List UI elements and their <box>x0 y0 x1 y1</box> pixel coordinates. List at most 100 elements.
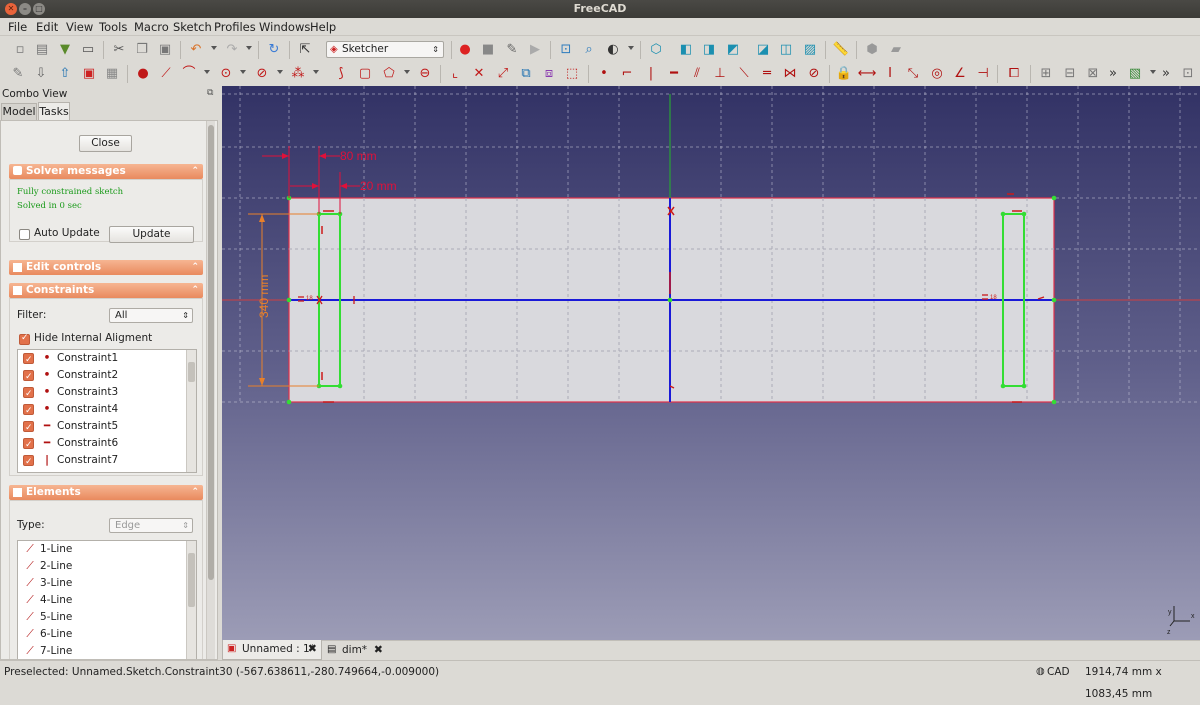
select-elements-icon[interactable]: ⊠ <box>1085 66 1101 82</box>
bspline-tools-icon[interactable]: ▧ <box>1127 66 1143 82</box>
create-slot-icon[interactable]: ⊖ <box>417 66 433 82</box>
element-list-item[interactable]: ⟋ 7-Line <box>18 643 186 659</box>
sketch-canvas[interactable]: 80 mm 20 mm 340 mm 18 18 yxz <box>222 86 1200 640</box>
tab-unnamed[interactable]: ▣ Unnamed : 1* ✖ <box>222 640 322 660</box>
update-button[interactable]: Update <box>109 226 194 243</box>
map-sketch-icon[interactable]: ▣ <box>81 66 97 82</box>
trim-icon[interactable]: ✕ <box>471 66 487 82</box>
fit-selection-icon[interactable]: ⌕ <box>581 42 597 58</box>
create-point-icon[interactable]: ● <box>135 66 151 82</box>
element-list-item[interactable]: ⟋ 5-Line <box>18 609 186 626</box>
create-bspline-icon[interactable]: ⁂ <box>290 66 306 82</box>
menu-help[interactable]: Help <box>310 20 336 34</box>
menu-file[interactable]: File <box>8 20 27 34</box>
edit-controls-header[interactable]: Edit controls ⌃ <box>9 260 203 275</box>
menu-view[interactable]: View <box>66 20 93 34</box>
float-panel-icon[interactable]: ⧉ <box>207 88 213 98</box>
create-arc-icon[interactable]: ⌒ <box>181 66 197 82</box>
isometric-view-icon[interactable]: ⬡ <box>648 42 664 58</box>
constraint-checkbox[interactable] <box>23 420 34 437</box>
front-view-icon[interactable]: ◧ <box>678 42 694 58</box>
construction-mode-icon[interactable]: ⬚ <box>564 66 580 82</box>
external-geometry-icon[interactable]: ⧉ <box>518 66 534 82</box>
element-list-item[interactable]: ⟋ 4-Line <box>18 592 186 609</box>
filter-select[interactable]: All ⇕ <box>109 308 193 323</box>
measure-distance-icon[interactable]: 📏 <box>833 42 849 58</box>
execute-macro-icon[interactable]: ▶ <box>527 42 543 58</box>
maximize-window-button[interactable]: □ <box>33 3 45 15</box>
refresh-icon[interactable]: ↻ <box>266 42 282 58</box>
view-sketch-icon[interactable]: ⇧ <box>57 66 73 82</box>
close-window-button[interactable]: ✕ <box>5 3 17 15</box>
reorient-sketch-icon[interactable]: ▦ <box>104 66 120 82</box>
menu-tools[interactable]: Tools <box>99 20 127 34</box>
cut-icon[interactable]: ✂ <box>111 42 127 58</box>
navigation-style-icon[interactable]: ◍ <box>1036 661 1045 683</box>
macros-icon[interactable]: ✎ <box>504 42 520 58</box>
tab-dim[interactable]: ▤ dim* ✖ <box>323 641 387 660</box>
draw-style-icon[interactable]: ◐ <box>605 42 621 58</box>
element-list-item[interactable]: ⟋ 1-Line <box>18 541 186 558</box>
constrain-point-on-object-icon[interactable]: ⌐ <box>619 66 635 82</box>
stop-macro-icon[interactable]: ■ <box>480 42 496 58</box>
hide-internal-checkbox[interactable] <box>19 333 30 345</box>
element-list-item[interactable]: ⟋ 3-Line <box>18 575 186 592</box>
constraints-list[interactable]: • Constraint1 • Constraint2 • Constraint3 • Con… <box>17 349 197 473</box>
new-sketch-icon[interactable]: ✎ <box>10 66 26 82</box>
constraint-checkbox[interactable] <box>23 454 34 471</box>
element-list-item[interactable]: ⟋ 2-Line <box>18 558 186 575</box>
constrain-vertical-distance-icon[interactable]: I <box>882 66 898 82</box>
constraint-list-item[interactable]: • Constraint2 <box>18 367 186 386</box>
more-tools-2-icon[interactable]: » <box>1158 66 1174 82</box>
extend-icon[interactable]: ⤢ <box>495 66 511 82</box>
undo-icon[interactable]: ↶ <box>188 42 204 58</box>
fit-all-icon[interactable]: ⊡ <box>558 42 574 58</box>
constrain-parallel-icon[interactable]: ⫽ <box>689 66 705 82</box>
constrain-equal-icon[interactable]: ═ <box>759 66 775 82</box>
menu-profiles[interactable]: Profiles <box>214 20 256 34</box>
create-rectangle-icon[interactable]: ▢ <box>357 66 373 82</box>
carbon-copy-icon[interactable]: ⧈ <box>541 66 557 82</box>
tab-model[interactable]: Model <box>1 103 37 120</box>
redo-icon[interactable]: ↷ <box>224 42 240 58</box>
create-conic-icon[interactable]: ⊘ <box>254 66 270 82</box>
constraint-list-item[interactable]: • Constraint3 <box>18 384 186 403</box>
close-button[interactable]: Close <box>79 135 132 152</box>
constraint-list-item[interactable]: • Constraint1 <box>18 350 186 369</box>
create-line-icon[interactable]: ⟋ <box>158 66 174 82</box>
left-view-icon[interactable]: ▨ <box>802 42 818 58</box>
constraint-checkbox[interactable] <box>23 403 34 420</box>
constraint-checkbox[interactable] <box>23 369 34 386</box>
constrain-perpendicular-icon[interactable]: ⊥ <box>712 66 728 82</box>
elements-list[interactable]: ⟋ 1-Line ⟋ 2-Line ⟋ 3-Line ⟋ 4-Line ⟋ 5-Line ⟋ 6-Li… <box>17 540 197 659</box>
panel-scrollbar[interactable] <box>206 121 215 659</box>
copy-icon[interactable]: ❐ <box>134 42 150 58</box>
virtual-space-icon[interactable]: ⊡ <box>1180 66 1196 82</box>
menu-edit[interactable]: Edit <box>36 20 58 34</box>
new-document-icon[interactable]: ▫ <box>12 42 28 58</box>
constrain-block-icon[interactable]: ⊘ <box>806 66 822 82</box>
create-polyline-icon[interactable]: ⟆ <box>333 66 349 82</box>
fillet-icon[interactable]: ⌞ <box>447 66 463 82</box>
tab-tasks[interactable]: Tasks <box>38 102 70 121</box>
bottom-view-icon[interactable]: ◫ <box>778 42 794 58</box>
rear-view-icon[interactable]: ◪ <box>755 42 771 58</box>
minimize-window-button[interactable]: – <box>19 3 31 15</box>
top-view-icon[interactable]: ◨ <box>701 42 717 58</box>
menu-sketch[interactable]: Sketch <box>173 20 212 34</box>
print-icon[interactable]: ▭ <box>80 42 96 58</box>
toggle-driving-icon[interactable]: ⧠ <box>1006 66 1022 82</box>
part-icon[interactable]: ⬢ <box>864 42 880 58</box>
constrain-horizontal-distance-icon[interactable]: ⟷ <box>858 66 877 82</box>
elements-scrollbar[interactable] <box>186 541 196 659</box>
constrain-vertical-icon[interactable]: | <box>643 66 659 82</box>
leave-sketch-icon[interactable]: ⇩ <box>33 66 49 82</box>
auto-update-checkbox[interactable] <box>19 229 30 240</box>
type-select[interactable]: Edge ⇕ <box>109 518 193 533</box>
elements-header[interactable]: Elements ⌃ <box>9 485 203 500</box>
constraint-list-item[interactable]: ━ Constraint5 <box>18 418 186 437</box>
dimension-80-label[interactable]: 80 mm <box>340 149 377 163</box>
constraint-list-item[interactable]: | Constraint7 <box>18 452 186 471</box>
constrain-horizontal-icon[interactable]: ━ <box>666 66 682 82</box>
constrain-radius-icon[interactable]: ◎ <box>929 66 945 82</box>
